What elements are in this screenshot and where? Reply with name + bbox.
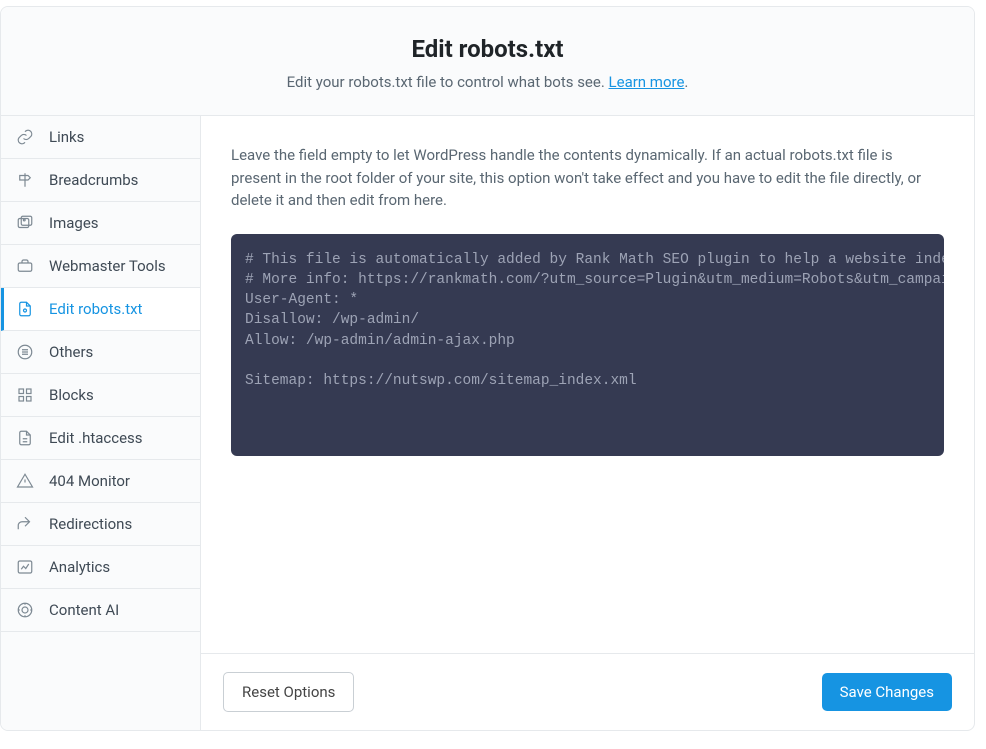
sidebar-item-label: Blocks bbox=[49, 386, 94, 404]
main-area: Leave the field empty to let WordPress h… bbox=[201, 116, 974, 730]
sidebar-item-label: Redirections bbox=[49, 515, 132, 533]
file-text-icon bbox=[15, 428, 35, 448]
sidebar-item-label: Breadcrumbs bbox=[49, 171, 138, 189]
sidebar-item-label: Edit robots.txt bbox=[49, 300, 142, 318]
sidebar-item-content-ai[interactable]: Content AI bbox=[1, 589, 200, 632]
chart-icon bbox=[15, 557, 35, 577]
blocks-icon bbox=[15, 385, 35, 405]
panel-footer: Reset Options Save Changes bbox=[201, 653, 974, 730]
page-subtitle: Edit your robots.txt file to control wha… bbox=[21, 73, 954, 91]
sidebar-item-label: Edit .htaccess bbox=[49, 429, 143, 447]
sidebar-item-label: 404 Monitor bbox=[49, 472, 130, 490]
panel-header: Edit robots.txt Edit your robots.txt fil… bbox=[1, 7, 974, 116]
sidebar-item-edit-robots[interactable]: Edit robots.txt bbox=[1, 288, 200, 331]
sidebar-item-label: Images bbox=[49, 214, 99, 232]
sidebar-item-images[interactable]: Images bbox=[1, 202, 200, 245]
list-icon bbox=[15, 342, 35, 362]
learn-more-link[interactable]: Learn more bbox=[609, 73, 685, 91]
sidebar-item-label: Content AI bbox=[49, 601, 119, 619]
settings-panel: Edit robots.txt Edit your robots.txt fil… bbox=[0, 6, 975, 731]
sidebar-item-label: Links bbox=[49, 128, 84, 146]
toolbox-icon bbox=[15, 256, 35, 276]
robots-txt-textarea[interactable] bbox=[231, 234, 944, 456]
description-text: Leave the field empty to let WordPress h… bbox=[231, 144, 944, 212]
images-icon bbox=[15, 213, 35, 233]
sidebar-item-blocks[interactable]: Blocks bbox=[1, 374, 200, 417]
link-icon bbox=[15, 127, 35, 147]
warning-icon bbox=[15, 471, 35, 491]
content-area: Leave the field empty to let WordPress h… bbox=[201, 116, 974, 653]
sidebar-item-label: Webmaster Tools bbox=[49, 257, 166, 275]
page-title: Edit robots.txt bbox=[21, 35, 954, 63]
sidebar-item-webmaster-tools[interactable]: Webmaster Tools bbox=[1, 245, 200, 288]
sidebar-item-label: Others bbox=[49, 343, 93, 361]
file-icon bbox=[15, 299, 35, 319]
sidebar-item-404-monitor[interactable]: 404 Monitor bbox=[1, 460, 200, 503]
sidebar-item-links[interactable]: Links bbox=[1, 116, 200, 159]
sidebar-item-label: Analytics bbox=[49, 558, 110, 576]
redirect-icon bbox=[15, 514, 35, 534]
sidebar-item-edit-htaccess[interactable]: Edit .htaccess bbox=[1, 417, 200, 460]
save-changes-button[interactable]: Save Changes bbox=[822, 673, 952, 711]
sidebar-item-analytics[interactable]: Analytics bbox=[1, 546, 200, 589]
signpost-icon bbox=[15, 170, 35, 190]
ai-icon bbox=[15, 600, 35, 620]
sidebar-item-breadcrumbs[interactable]: Breadcrumbs bbox=[1, 159, 200, 202]
sidebar-item-others[interactable]: Others bbox=[1, 331, 200, 374]
settings-sidebar: Links Breadcrumbs Images Webmaster Tools bbox=[1, 116, 201, 730]
sidebar-item-redirections[interactable]: Redirections bbox=[1, 503, 200, 546]
reset-options-button[interactable]: Reset Options bbox=[223, 672, 354, 712]
panel-body: Links Breadcrumbs Images Webmaster Tools bbox=[1, 116, 974, 730]
